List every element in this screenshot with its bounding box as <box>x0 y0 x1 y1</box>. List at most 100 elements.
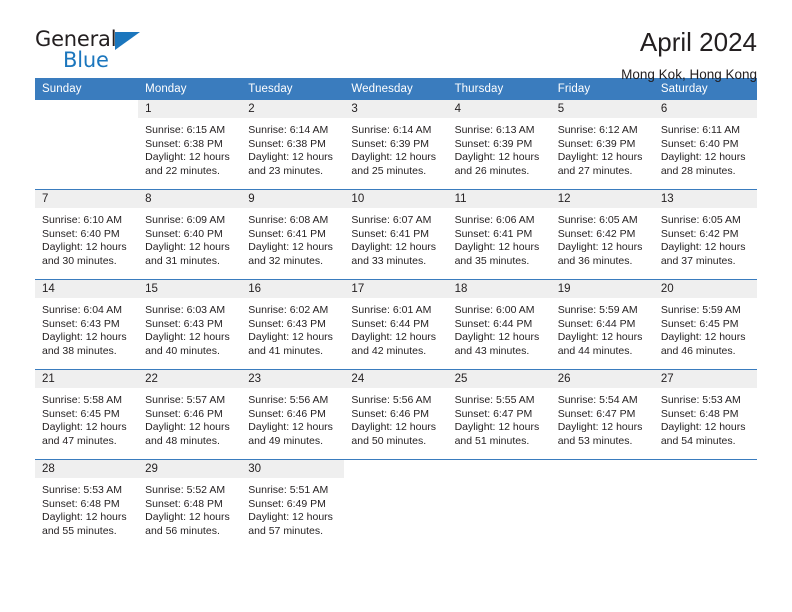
day-number: 11 <box>447 190 551 208</box>
daylight-duration-line1: Daylight: 12 hours <box>557 421 643 434</box>
calendar-day-cell[interactable]: 12 Sunrise: 6:05 AM Sunset: 6:42 PM Dayligh… <box>550 189 654 280</box>
daylight-duration-line2: and 42 minutes. <box>351 344 427 357</box>
calendar-week-row: 21 Sunrise: 5:58 AM Sunset: 6:45 PM Dayligh… <box>35 369 757 460</box>
sunrise-time: Sunrise: 6:12 AM <box>557 124 638 136</box>
day-number: 24 <box>344 370 448 388</box>
calendar-day-cell[interactable]: 8 Sunrise: 6:09 AM Sunset: 6:40 PM Daylight… <box>138 189 242 280</box>
calendar-day-cell[interactable]: 2 Sunrise: 6:14 AM Sunset: 6:38 PM Daylight… <box>241 100 345 190</box>
daylight-duration-line2: and 38 minutes. <box>42 344 117 357</box>
sunrise-time: Sunrise: 5:54 AM <box>557 394 638 406</box>
daylight-duration-line1: Daylight: 12 hours <box>42 421 127 434</box>
calendar-day-cell <box>447 459 551 549</box>
calendar-day-cell[interactable]: 20 Sunrise: 5:59 AM Sunset: 6:45 PM Dayligh… <box>653 279 757 370</box>
day-number: 29 <box>138 460 242 478</box>
calendar-day-cell[interactable]: 22 Sunrise: 5:57 AM Sunset: 6:46 PM Dayligh… <box>138 369 242 460</box>
daylight-duration-line2: and 57 minutes. <box>248 524 323 537</box>
calendar-day-cell[interactable]: 30 Sunrise: 5:51 AM Sunset: 6:49 PM Dayligh… <box>241 459 345 549</box>
sunrise-time: Sunrise: 6:09 AM <box>145 214 226 226</box>
calendar-day-cell[interactable]: 23 Sunrise: 5:56 AM Sunset: 6:46 PM Dayligh… <box>241 369 345 460</box>
sunrise-time: Sunrise: 5:53 AM <box>660 394 741 406</box>
calendar-day-cell[interactable]: 13 Sunrise: 6:05 AM Sunset: 6:42 PM Dayligh… <box>653 189 757 280</box>
calendar-day-cell <box>344 459 448 549</box>
sunset-time: Sunset: 6:41 PM <box>351 227 430 240</box>
calendar-day-cell[interactable]: 16 Sunrise: 6:02 AM Sunset: 6:43 PM Dayligh… <box>241 279 345 370</box>
daylight-duration-line1: Daylight: 12 hours <box>454 241 540 254</box>
calendar-week-row: 28 Sunrise: 5:53 AM Sunset: 6:48 PM Dayligh… <box>35 459 757 549</box>
page-header: General Blue April 2024 Mong Kok, Hong K… <box>35 0 757 82</box>
calendar-day-cell[interactable]: 19 Sunrise: 5:59 AM Sunset: 6:44 PM Dayligh… <box>550 279 654 370</box>
daylight-duration-line1: Daylight: 12 hours <box>351 421 437 434</box>
calendar-day-cell[interactable]: 17 Sunrise: 6:01 AM Sunset: 6:44 PM Dayligh… <box>344 279 448 370</box>
daylight-duration-line2: and 43 minutes. <box>454 344 530 357</box>
sunrise-time: Sunrise: 5:53 AM <box>42 484 122 496</box>
daylight-duration-line2: and 28 minutes. <box>660 164 736 177</box>
sunrise-time: Sunrise: 5:59 AM <box>557 304 638 316</box>
day-number: 17 <box>344 280 448 298</box>
calendar-day-cell[interactable]: 21 Sunrise: 5:58 AM Sunset: 6:45 PM Dayligh… <box>35 369 139 460</box>
sunrise-time: Sunrise: 6:02 AM <box>248 304 329 316</box>
day-number: 23 <box>241 370 345 388</box>
calendar-day-cell[interactable]: 26 Sunrise: 5:54 AM Sunset: 6:47 PM Dayligh… <box>550 369 654 460</box>
calendar-day-cell[interactable]: 27 Sunrise: 5:53 AM Sunset: 6:48 PM Dayligh… <box>653 369 757 460</box>
sunset-time: Sunset: 6:45 PM <box>660 317 739 330</box>
title-block: April 2024 Mong Kok, Hong Kong <box>621 26 757 82</box>
calendar-day-cell[interactable]: 5 Sunrise: 6:12 AM Sunset: 6:39 PM Daylight… <box>550 100 654 190</box>
calendar-day-cell[interactable]: 1 Sunrise: 6:15 AM Sunset: 6:38 PM Daylight… <box>138 100 242 190</box>
day-number: 12 <box>550 190 654 208</box>
sunrise-time: Sunrise: 6:05 AM <box>557 214 638 226</box>
daylight-duration-line1: Daylight: 12 hours <box>145 421 230 434</box>
sunrise-time: Sunrise: 6:14 AM <box>248 124 329 136</box>
calendar-day-cell <box>35 100 138 190</box>
calendar-day-cell[interactable]: 4 Sunrise: 6:13 AM Sunset: 6:39 PM Daylight… <box>447 100 551 190</box>
sunset-time: Sunset: 6:41 PM <box>454 227 533 240</box>
daylight-duration-line2: and 32 minutes. <box>248 254 323 267</box>
day-details: Sunrise: 6:01 AM Sunset: 6:44 PM Daylight:… <box>344 298 447 358</box>
sunset-time: Sunset: 6:38 PM <box>248 137 326 150</box>
day-details: Sunrise: 6:11 AM Sunset: 6:40 PM Daylight:… <box>654 118 757 178</box>
sunrise-time: Sunrise: 5:59 AM <box>660 304 741 316</box>
daylight-duration-line2: and 30 minutes. <box>42 254 117 267</box>
calendar-day-cell[interactable]: 15 Sunrise: 6:03 AM Sunset: 6:43 PM Dayligh… <box>138 279 242 370</box>
sunset-time: Sunset: 6:46 PM <box>145 407 223 420</box>
calendar-day-cell[interactable]: 28 Sunrise: 5:53 AM Sunset: 6:48 PM Dayligh… <box>35 459 139 549</box>
calendar-day-cell[interactable]: 6 Sunrise: 6:11 AM Sunset: 6:40 PM Daylight… <box>653 100 757 190</box>
calendar-week-row: 14 Sunrise: 6:04 AM Sunset: 6:43 PM Dayligh… <box>35 279 757 370</box>
calendar-day-cell[interactable]: 14 Sunrise: 6:04 AM Sunset: 6:43 PM Dayligh… <box>35 279 139 370</box>
sunrise-time: Sunrise: 5:57 AM <box>145 394 226 406</box>
daylight-duration-line1: Daylight: 12 hours <box>557 331 643 344</box>
calendar-day-cell[interactable]: 3 Sunrise: 6:14 AM Sunset: 6:39 PM Daylight… <box>344 100 448 190</box>
sunset-time: Sunset: 6:48 PM <box>660 407 739 420</box>
sunrise-time: Sunrise: 6:06 AM <box>454 214 535 226</box>
day-details: Sunrise: 6:14 AM Sunset: 6:39 PM Daylight:… <box>344 118 447 178</box>
calendar-day-cell[interactable]: 10 Sunrise: 6:07 AM Sunset: 6:41 PM Dayligh… <box>344 189 448 280</box>
day-number: 5 <box>550 100 654 118</box>
calendar-day-cell[interactable]: 7 Sunrise: 6:10 AM Sunset: 6:40 PM Daylight… <box>35 189 139 280</box>
day-details: Sunrise: 5:58 AM Sunset: 6:45 PM Daylight:… <box>35 388 138 448</box>
daylight-duration-line2: and 48 minutes. <box>145 434 220 447</box>
calendar-day-cell[interactable]: 29 Sunrise: 5:52 AM Sunset: 6:48 PM Dayligh… <box>138 459 242 549</box>
calendar-day-cell[interactable]: 25 Sunrise: 5:55 AM Sunset: 6:47 PM Dayligh… <box>447 369 551 460</box>
daylight-duration-line2: and 35 minutes. <box>454 254 530 267</box>
daylight-duration-line1: Daylight: 12 hours <box>351 331 437 344</box>
day-number: 18 <box>447 280 551 298</box>
day-number <box>35 100 138 118</box>
daylight-duration-line2: and 36 minutes. <box>557 254 633 267</box>
calendar-day-cell[interactable]: 9 Sunrise: 6:08 AM Sunset: 6:41 PM Daylight… <box>241 189 345 280</box>
sunset-time: Sunset: 6:39 PM <box>557 137 636 150</box>
day-details: Sunrise: 6:07 AM Sunset: 6:41 PM Daylight:… <box>344 208 447 268</box>
day-number: 22 <box>138 370 242 388</box>
page-title: April 2024 <box>639 27 757 57</box>
day-details: Sunrise: 5:51 AM Sunset: 6:49 PM Daylight:… <box>241 478 344 538</box>
daylight-duration-line2: and 49 minutes. <box>248 434 323 447</box>
day-number: 6 <box>653 100 757 118</box>
calendar-day-cell[interactable]: 11 Sunrise: 6:06 AM Sunset: 6:41 PM Dayligh… <box>447 189 551 280</box>
daylight-duration-line2: and 54 minutes. <box>660 434 736 447</box>
daylight-duration-line1: Daylight: 12 hours <box>248 421 333 434</box>
day-number: 25 <box>447 370 551 388</box>
sunrise-time: Sunrise: 5:55 AM <box>454 394 535 406</box>
sunset-time: Sunset: 6:46 PM <box>351 407 430 420</box>
daylight-duration-line1: Daylight: 12 hours <box>42 511 127 524</box>
calendar-day-cell[interactable]: 18 Sunrise: 6:00 AM Sunset: 6:44 PM Dayligh… <box>447 279 551 370</box>
day-number: 8 <box>138 190 242 208</box>
calendar-day-cell[interactable]: 24 Sunrise: 5:56 AM Sunset: 6:46 PM Dayligh… <box>344 369 448 460</box>
